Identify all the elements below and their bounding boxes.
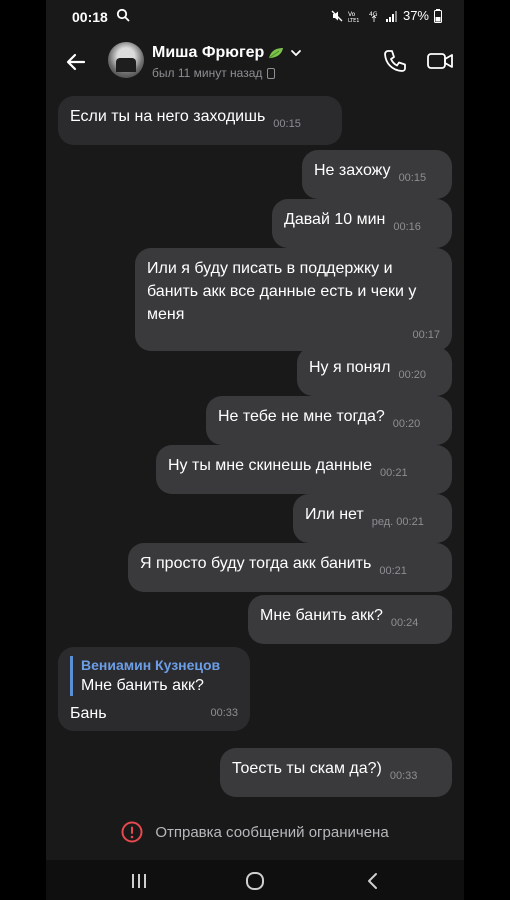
message-text: Ну ты мне скинешь данные (168, 457, 373, 474)
message-time: 00:24 (390, 617, 419, 629)
message-bubble-outgoing[interactable]: Ну я понял 00:20 (297, 347, 452, 396)
phone-call-icon[interactable] (382, 48, 408, 74)
message-bubble-outgoing[interactable]: Давай 10 мин 00:16 (272, 199, 452, 248)
last-seen-text: был 11 минут назад (152, 66, 263, 80)
message-bubble-incoming[interactable]: Если ты на него заходишь 00:15 (58, 96, 342, 145)
message-bubble-outgoing[interactable]: Ну ты мне скинешь данные 00:21 (156, 445, 452, 494)
message-text: Я просто буду тогда акк банить (140, 555, 372, 572)
battery-icon (434, 8, 442, 23)
message-time: 00:20 (398, 369, 427, 381)
message-time: 00:17 (412, 329, 440, 341)
message-time: 00:21 (396, 516, 424, 528)
recent-apps-icon[interactable] (128, 870, 150, 892)
home-icon[interactable] (244, 870, 266, 892)
status-time: 00:18 (72, 9, 108, 25)
sending-restricted-notice: Отправка сообщений ограничена (46, 818, 464, 846)
message-text: Ну я понял (309, 359, 391, 376)
message-time: 00:20 (392, 418, 421, 430)
message-text: Давай 10 мин (284, 211, 386, 228)
last-seen: был 11 минут назад (152, 66, 276, 80)
svg-text:Vo: Vo (348, 11, 356, 18)
edited-label: ред. (371, 516, 394, 528)
quoted-reply[interactable]: Вениамин Кузнецов Мне банить акк? (70, 656, 238, 696)
message-time: 00:16 (393, 221, 421, 233)
message-bubble-outgoing[interactable]: Или я буду писать в поддержку и банить а… (135, 248, 452, 351)
message-text: Не захожу (314, 162, 391, 179)
volte-icon: Vo LTE1 (348, 11, 360, 22)
svg-text:LTE1: LTE1 (348, 18, 360, 22)
message-bubble-outgoing[interactable]: Мне банить акк? 00:24 (248, 595, 452, 644)
message-text: Тоесть ты скам да?) (232, 760, 382, 777)
message-text: Или я буду писать в поддержку и банить а… (147, 260, 417, 323)
status-indicators: Vo LTE1 4G 37% (331, 8, 442, 23)
phone-screen: 00:18 Vo LTE1 4G 37% Миша Фрюгер был 11 … (46, 0, 464, 900)
video-call-icon[interactable] (426, 48, 454, 74)
contact-name-text: Миша Фрюгер (152, 44, 265, 61)
back-arrow-icon[interactable] (64, 50, 88, 74)
reply-text: Мне банить акк? (81, 677, 204, 694)
message-text: Не тебе не мне тогда? (218, 408, 385, 425)
avatar[interactable] (108, 42, 144, 78)
message-time: 00:15 (273, 118, 301, 130)
leaf-icon (268, 48, 284, 59)
message-bubble-outgoing[interactable]: Или нет ред. 00:21 (293, 494, 452, 543)
reply-author: Вениамин Кузнецов (81, 657, 221, 673)
mute-icon (331, 10, 343, 21)
warning-icon (121, 821, 143, 843)
chat-header: Миша Фрюгер был 11 минут назад (46, 34, 464, 90)
message-time: 00:21 (380, 467, 408, 479)
system-navigation-bar (46, 860, 464, 900)
notice-text: Отправка сообщений ограничена (155, 823, 389, 841)
message-bubble-outgoing[interactable]: Тоесть ты скам да?) 00:33 (220, 748, 452, 797)
message-bubble-outgoing[interactable]: Я просто буду тогда акк банить 00:21 (128, 543, 452, 592)
battery-percent: 37% (402, 8, 429, 23)
message-time: 00:15 (398, 172, 427, 184)
signal-icon (385, 10, 397, 22)
message-text: Мне банить акк? (260, 607, 383, 624)
message-text: Если ты на него заходишь (70, 108, 266, 125)
search-icon (116, 8, 130, 22)
back-nav-icon[interactable] (362, 870, 384, 892)
message-text: Или нет (305, 506, 364, 523)
message-time: 00:33 (210, 707, 238, 719)
message-text: Бань (70, 705, 107, 722)
message-bubble-outgoing[interactable]: Не захожу 00:15 (302, 150, 452, 199)
network-4g-icon: 4G (369, 11, 378, 22)
status-bar: 00:18 Vo LTE1 4G 37% (46, 0, 464, 34)
message-time: 00:21 (379, 565, 407, 577)
message-bubble-outgoing[interactable]: Не тебе не мне тогда? 00:20 (206, 396, 452, 445)
device-icon (267, 67, 276, 79)
message-bubble-incoming-reply[interactable]: Вениамин Кузнецов Мне банить акк? Бань 0… (58, 647, 250, 731)
message-time: 00:33 (389, 770, 418, 782)
chevron-down-icon (291, 50, 302, 57)
contact-name[interactable]: Миша Фрюгер (152, 44, 302, 62)
